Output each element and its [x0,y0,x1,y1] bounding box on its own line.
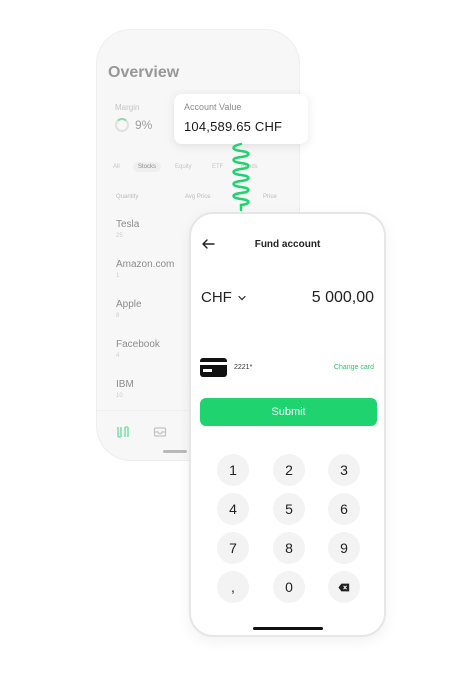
key-6[interactable]: 6 [328,493,360,525]
margin-value: 9% [135,118,153,132]
stock-qty: 8 [116,313,120,319]
key-0[interactable]: 0 [273,571,305,603]
amount-display: 5 000,00 [311,289,374,306]
key-1[interactable]: 1 [217,454,249,486]
card-stripe [200,362,227,365]
chevron-down-icon[interactable] [238,295,246,301]
tab-all[interactable]: All [113,164,120,170]
backspace-icon [338,583,350,592]
key-9[interactable]: 9 [328,532,360,564]
portfolio-icon[interactable] [116,425,130,439]
account-value-card: Account Value 104,589.65 CHF [174,94,308,144]
account-value-label: Account Value [184,102,242,112]
key-comma[interactable]: , [217,571,249,603]
tab-equity[interactable]: Equity [175,164,192,170]
tab-etf[interactable]: ETF [212,164,223,170]
key-backspace[interactable] [328,571,360,603]
inbox-icon[interactable] [153,425,167,439]
key-7[interactable]: 7 [217,532,249,564]
stock-name[interactable]: Apple [116,299,142,310]
submit-button[interactable]: Submit [200,398,377,426]
card-chip [203,369,212,372]
column-avg-price: Avg Price [185,194,211,200]
card-number: 2221* [234,364,253,371]
tab-stocks[interactable]: Stocks [133,162,162,172]
credit-card-icon [200,358,227,377]
change-card-link[interactable]: Change card [334,364,374,371]
stock-name[interactable]: Facebook [116,339,160,350]
currency-selector[interactable]: CHF [201,289,232,306]
key-5[interactable]: 5 [273,493,305,525]
stock-qty: 25 [116,233,123,239]
stock-name[interactable]: Tesla [116,219,139,230]
overview-title: Overview [108,64,180,81]
key-3[interactable]: 3 [328,454,360,486]
key-4[interactable]: 4 [217,493,249,525]
column-price: Price [263,194,277,200]
screen-title: Fund account [254,239,321,250]
key-8[interactable]: 8 [273,532,305,564]
margin-label: Margin [115,103,140,112]
stock-qty: 10 [116,393,123,399]
stock-qty: 1 [116,273,120,279]
stock-name[interactable]: Amazon.com [116,259,174,270]
stock-name[interactable]: IBM [116,379,134,390]
key-2[interactable]: 2 [273,454,305,486]
home-indicator [163,450,187,453]
squiggle-connector-icon [232,142,250,212]
column-quantity: Quantity [116,194,139,200]
margin-ring-icon [115,118,129,132]
stock-qty: 4 [116,353,120,359]
home-indicator [253,627,323,630]
fund-account-screen: Fund account CHF 5 000,00 2221* Change c… [189,212,386,637]
asset-tabs: All Stocks Equity ETF Funds [107,160,287,176]
margin-card: Margin 9% [107,98,163,138]
account-value-amount: 104,589.65 CHF [184,119,283,134]
